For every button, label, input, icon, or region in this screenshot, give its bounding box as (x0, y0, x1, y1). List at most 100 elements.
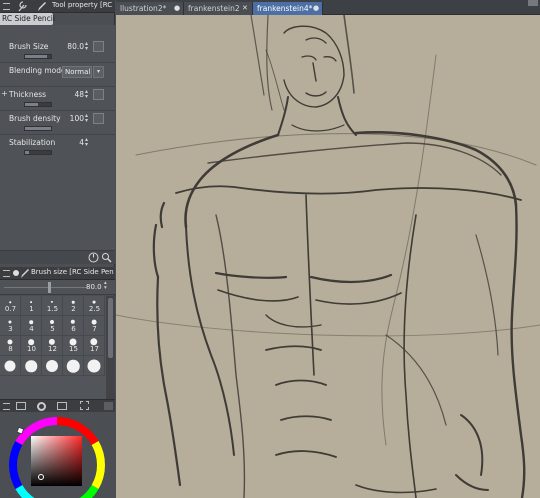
preset-label: 10 (27, 345, 36, 353)
close-icon[interactable]: ✕ (242, 2, 248, 15)
spin-arrows-icon[interactable]: ▴ ▾ (85, 89, 90, 100)
tab-scroll-handle[interactable] (528, 0, 538, 6)
panel-menu-icon[interactable] (3, 3, 10, 10)
brush-size-preset[interactable]: 5 (42, 316, 63, 336)
brush-dot-icon (13, 270, 19, 276)
color-wheel[interactable] (0, 412, 115, 498)
brush-size-preset[interactable]: 10 (21, 336, 42, 356)
spin-arrows-icon[interactable]: ▴ ▾ (104, 280, 107, 291)
brush-dot-icon (92, 300, 96, 304)
slider-handle[interactable] (48, 282, 51, 293)
brush-size-title: Brush size [RC Side Pencil] (31, 268, 114, 276)
left-panel: Tool property [RC S RC Side Pencil Brush… (0, 0, 115, 498)
panel-scroll-button[interactable] (104, 402, 113, 410)
brush-dot-icon (25, 360, 37, 372)
spin-arrows-icon[interactable]: ▴ ▾ (85, 41, 90, 52)
param-value[interactable]: 100 (60, 114, 84, 123)
param-value[interactable]: 4 (60, 138, 84, 147)
preset-label: 5 (50, 325, 55, 333)
color-mixing-icon[interactable] (16, 402, 26, 410)
tab-label: llustration2* (120, 4, 167, 13)
brush-size-preset[interactable]: 0.7 (0, 296, 21, 316)
brush-size-preset[interactable]: 7 (84, 316, 105, 336)
brush-size-preset[interactable]: 2.5 (84, 296, 105, 316)
preset-label: 15 (69, 345, 78, 353)
brush-size-preset[interactable] (0, 356, 21, 376)
spin-arrows-icon[interactable]: ▴ ▾ (85, 113, 90, 124)
pressure-toggle-button[interactable] (93, 113, 104, 124)
brush-size-slider-row[interactable]: 80.0 ▴ ▾ (0, 280, 115, 295)
settings-icon[interactable] (80, 401, 89, 410)
tool-property-title: Tool property [RC S (52, 1, 114, 9)
tab-label: frankenstein4* (257, 4, 313, 13)
brush-dot-icon (50, 300, 54, 304)
presets-scrollbar[interactable] (106, 296, 115, 399)
stabilization-slider[interactable] (24, 150, 52, 155)
tab-label: frankenstein2 (188, 4, 240, 13)
thickness-settings-button[interactable] (93, 89, 104, 100)
expand-icon[interactable]: + (1, 89, 8, 98)
brush-dot-icon (4, 360, 16, 372)
search-icon[interactable] (101, 252, 112, 265)
param-brush-density: Brush density 100 ▴ ▾ (0, 111, 115, 135)
brush-size-presets: 0.7 1 1.5 2 2.5 3 4 5 6 7 8 10 12 15 17 (0, 296, 115, 399)
brush-size-preset[interactable]: 1.5 (42, 296, 63, 316)
param-value[interactable]: 48 (60, 90, 84, 99)
tool-property-header: Tool property [RC S (0, 0, 115, 13)
brush-size-preset[interactable]: 3 (0, 316, 21, 336)
dial-icon[interactable] (88, 252, 99, 265)
preset-label: 0.7 (4, 305, 17, 313)
param-blending-mode: Blending mode Normal ▾ (0, 63, 115, 87)
close-dot-icon[interactable]: ● (174, 2, 180, 15)
brush-size-preset[interactable]: 4 (21, 316, 42, 336)
brush-size-preset[interactable] (42, 356, 63, 376)
chevron-down-icon[interactable]: ▾ (93, 66, 104, 78)
tab-frankenstein4[interactable]: frankenstein4* ● (253, 2, 323, 15)
brush-size-preset[interactable] (84, 356, 105, 376)
preset-label: 3 (8, 325, 13, 333)
brush-size-slider[interactable] (24, 54, 52, 59)
sub-tool-name: RC Side Pencil (0, 13, 55, 25)
brush-dot-icon (71, 300, 75, 304)
close-dot-icon[interactable]: ● (313, 2, 319, 15)
tool-property-body: Brush Size 80.0 ▴ ▾ Blending mode Normal … (0, 25, 115, 250)
tab-illustration2[interactable]: llustration2* ● (116, 2, 184, 15)
pressure-toggle-button[interactable] (93, 41, 104, 52)
blending-mode-select[interactable]: Normal (62, 66, 92, 78)
tab-frankenstein2[interactable]: frankenstein2 ✕ (184, 2, 253, 15)
brush-size-preset[interactable]: 17 (84, 336, 105, 356)
tool-property-footer (0, 250, 115, 264)
sketch-artwork (116, 15, 540, 498)
preset-label: 7 (92, 325, 97, 333)
param-brush-size: Brush Size 80.0 ▴ ▾ (0, 39, 115, 63)
color-panel-header (0, 399, 115, 412)
color-wheel-panel (0, 412, 115, 498)
spin-arrows-icon[interactable]: ▴ ▾ (85, 137, 90, 148)
slider-track[interactable] (4, 287, 88, 288)
brush-size-preset[interactable] (63, 356, 84, 376)
brush-dot-icon (46, 360, 58, 372)
brush-size-preset[interactable]: 12 (42, 336, 63, 356)
brush-size-preset[interactable] (21, 356, 42, 376)
brush-size-preset[interactable]: 15 (63, 336, 84, 356)
param-label: Blending mode (9, 66, 66, 75)
param-label: Thickness (9, 90, 47, 99)
panel-menu-icon[interactable] (3, 270, 10, 277)
brush-dot-icon (66, 359, 80, 373)
panel-menu-icon[interactable] (3, 403, 10, 410)
param-value[interactable]: 80.0 (60, 42, 84, 51)
brush-size-preset[interactable]: 8 (0, 336, 21, 356)
color-set-icon[interactable] (57, 402, 67, 410)
brush-dot-icon (28, 339, 34, 345)
brush-size-preset[interactable]: 2 (63, 296, 84, 316)
brush-size-preset[interactable]: 1 (21, 296, 42, 316)
brush-size-preset[interactable]: 6 (63, 316, 84, 336)
brush-density-slider[interactable] (24, 126, 52, 131)
brush-size-header: Brush size [RC Side Pencil] (0, 267, 115, 280)
brush-dot-icon (30, 301, 32, 303)
brush-size-value[interactable]: 80.0 (86, 283, 102, 291)
color-wheel-icon[interactable] (37, 402, 46, 411)
thickness-slider[interactable] (24, 102, 52, 107)
drawing-canvas[interactable] (116, 15, 540, 498)
preset-label: 1 (29, 305, 34, 313)
